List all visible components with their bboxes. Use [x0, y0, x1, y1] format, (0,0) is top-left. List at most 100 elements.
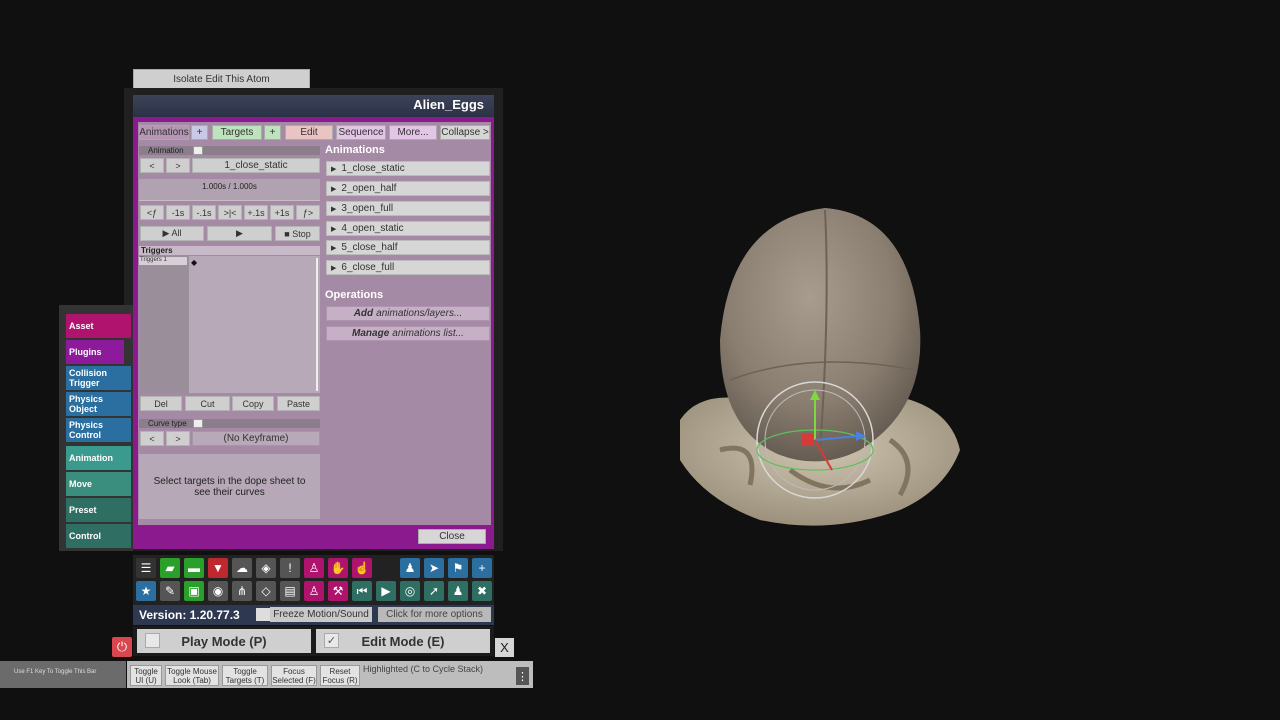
animation-slider-knob[interactable]	[193, 146, 203, 155]
curve-type-knob[interactable]	[193, 419, 203, 428]
isolate-edit-button[interactable]: Isolate Edit This Atom	[133, 69, 310, 90]
animation-item[interactable]: ▶ 4_open_static	[326, 221, 490, 236]
person-add-icon[interactable]: ♙	[304, 558, 324, 578]
side-item-plugins[interactable]: Plugins	[66, 340, 124, 364]
animation-item[interactable]: ▶ 6_close_full	[326, 260, 490, 275]
animation-item[interactable]: ▶ 1_close_static	[326, 161, 490, 176]
power-icon[interactable]: ⏻	[112, 637, 132, 657]
back-1s-button[interactable]: -1s	[166, 205, 190, 220]
save-icon[interactable]: ▼	[208, 558, 228, 578]
next-animation-button[interactable]: >	[166, 158, 190, 173]
tab-edit[interactable]: Edit	[285, 125, 333, 140]
manage-animations-button[interactable]: Manage animations list...	[326, 326, 490, 341]
more-vertical-icon[interactable]: ⋮	[516, 667, 529, 685]
play-button[interactable]: ▶	[207, 226, 272, 241]
focus-selected-button[interactable]: Focus Selected (F)	[271, 665, 317, 686]
camera-icon[interactable]: ◉	[208, 581, 228, 601]
forward-1s-button[interactable]: +1s	[270, 205, 294, 220]
side-item-asset[interactable]: Asset	[66, 314, 131, 338]
animation-item[interactable]: ▶ 2_open_half	[326, 181, 490, 196]
side-item-collision-trigger[interactable]: Collision Trigger	[66, 366, 131, 390]
freeze-motion-button[interactable]: Freeze Motion/Sound	[270, 607, 372, 622]
camera-folder-icon[interactable]: ▣	[184, 581, 204, 601]
alert-icon[interactable]: !	[280, 558, 300, 578]
plus-icon[interactable]: +	[472, 558, 492, 578]
alien-egg-model[interactable]	[660, 200, 970, 540]
keyframe-marker[interactable]: ◆	[191, 258, 197, 267]
prev-curve-button[interactable]: <	[140, 431, 164, 446]
forward-01s-button[interactable]: +.1s	[244, 205, 268, 220]
scrubber[interactable]: 1.000s / 1.000s	[139, 179, 320, 201]
dope-sheet-scrollbar[interactable]	[316, 258, 318, 391]
snap-button[interactable]: >|<	[218, 205, 242, 220]
close-button[interactable]: Close	[418, 529, 486, 544]
prev-keyframe-button[interactable]: <ƒ	[140, 205, 164, 220]
animation-item[interactable]: ▶ 3_open_full	[326, 201, 490, 216]
side-item-move[interactable]: Move	[66, 472, 131, 496]
share-icon[interactable]: ⋔	[232, 581, 252, 601]
edit-scene-icon[interactable]: ✎	[160, 581, 180, 601]
prev-animation-button[interactable]: <	[140, 158, 164, 173]
star-icon[interactable]: ★	[136, 581, 156, 601]
gizmo-center[interactable]	[801, 434, 813, 446]
side-item-physics-object[interactable]: Physics Object	[66, 392, 131, 416]
open-scene-icon[interactable]: ▰	[160, 558, 180, 578]
add-animations-button[interactable]: Add animations/layers...	[326, 306, 490, 321]
cut-button[interactable]: Cut	[185, 396, 230, 411]
flag-icon[interactable]: ⚑	[448, 558, 468, 578]
cloud-upload-icon[interactable]: ☁	[232, 558, 252, 578]
target-icon[interactable]: ◎	[400, 581, 420, 601]
toggle-mouse-look-button[interactable]: Toggle Mouse Look (Tab)	[165, 665, 219, 686]
animation-item[interactable]: ▶ 5_close_half	[326, 240, 490, 255]
paste-button[interactable]: Paste	[277, 396, 320, 411]
tab-collapse[interactable]: Collapse >	[440, 125, 490, 140]
cursor-icon[interactable]: ➚	[424, 581, 444, 601]
delete-button[interactable]: Del	[140, 396, 182, 411]
dope-sheet[interactable]	[189, 256, 320, 393]
pointer-hand-icon[interactable]: ☝	[352, 558, 372, 578]
play-all-button[interactable]: ▶ All	[140, 226, 204, 241]
person-remove-icon[interactable]: ♙	[304, 581, 324, 601]
tab-sequence[interactable]: Sequence	[336, 125, 386, 140]
edit-mode-checkbox[interactable]: ✓	[324, 633, 339, 648]
reset-focus-button[interactable]: Reset Focus (R)	[320, 665, 360, 686]
person-icon[interactable]: ♟	[400, 558, 420, 578]
side-item-control[interactable]: Control	[66, 524, 131, 548]
tab-more[interactable]: More...	[389, 125, 437, 140]
toggle-ui-button[interactable]: Toggle UI (U)	[130, 665, 162, 686]
back-01s-button[interactable]: -.1s	[192, 205, 216, 220]
play-mode-checkbox[interactable]	[145, 633, 160, 648]
edit-mode-button[interactable]: Edit Mode (E)	[316, 629, 490, 653]
copy-button[interactable]: Copy	[232, 396, 274, 411]
people-icon[interactable]: ♟	[448, 581, 468, 601]
tab-animations[interactable]: Animations	[139, 125, 189, 140]
stop-button[interactable]: ■ Stop	[275, 226, 320, 241]
folder-icon[interactable]: ▬	[184, 558, 204, 578]
send-icon[interactable]: ➤	[424, 558, 444, 578]
hand-icon[interactable]: ✋	[328, 558, 348, 578]
freeze-checkbox[interactable]	[256, 608, 270, 621]
tool-icon[interactable]: ⚒	[328, 581, 348, 601]
next-keyframe-button[interactable]: ƒ>	[296, 205, 320, 220]
box-icon[interactable]: ◇	[256, 581, 276, 601]
tab-add-target[interactable]: +	[264, 125, 281, 140]
package-icon[interactable]: ◈	[256, 558, 276, 578]
current-animation-select[interactable]: 1_close_static	[192, 158, 320, 173]
side-item-physics-control[interactable]: Physics Control	[66, 418, 131, 442]
wrench-icon[interactable]: ✖	[472, 581, 492, 601]
next-curve-button[interactable]: >	[166, 431, 190, 446]
play-mode-button[interactable]: Play Mode (P)	[137, 629, 311, 653]
trigger-track-row[interactable]: Triggers 1	[139, 257, 187, 265]
tab-add-animation[interactable]: +	[191, 125, 208, 140]
tab-targets[interactable]: Targets	[212, 125, 262, 140]
side-item-preset[interactable]: Preset	[66, 498, 131, 522]
expand-icon: ▶	[331, 205, 337, 213]
toggle-targets-button[interactable]: Toggle Targets (T)	[222, 665, 268, 686]
more-options-button[interactable]: Click for more options	[378, 607, 491, 622]
menu-icon[interactable]: ☰	[136, 558, 156, 578]
play-icon[interactable]: ▶	[376, 581, 396, 601]
side-item-animation[interactable]: Animation	[66, 446, 131, 470]
close-x-button[interactable]: X	[495, 638, 514, 657]
document-icon[interactable]: ▤	[280, 581, 300, 601]
rewind-icon[interactable]: ⏮	[352, 581, 372, 601]
